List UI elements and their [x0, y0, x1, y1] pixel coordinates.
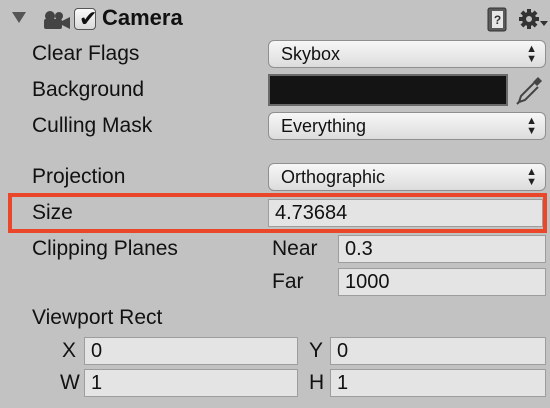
component-header: ✔ Camera ? — [0, 0, 550, 42]
dropdown-arrows-icon: ▲ ▼ — [526, 166, 537, 188]
culling-mask-label: Culling Mask — [32, 114, 153, 137]
clear-flags-dropdown[interactable]: Skybox ▲ ▼ — [268, 40, 546, 68]
viewport-x-label: X — [62, 339, 77, 362]
viewport-y-input[interactable]: 0 — [330, 337, 546, 365]
dropdown-arrows-icon: ▲ ▼ — [526, 115, 537, 137]
far-input[interactable]: 1000 — [338, 268, 546, 296]
background-label: Background — [32, 78, 145, 101]
svg-text:?: ? — [494, 13, 501, 27]
viewport-rect-label: Viewport Rect — [32, 306, 163, 329]
clear-flags-label: Clear Flags — [32, 42, 140, 65]
viewport-y-label: Y — [309, 339, 324, 362]
viewport-x-input[interactable]: 0 — [84, 337, 298, 365]
component-title: Camera — [102, 5, 183, 30]
culling-mask-value: Everything — [281, 116, 367, 136]
viewport-w-label: W — [60, 371, 80, 394]
viewport-w-input[interactable]: 1 — [84, 369, 298, 397]
highlight-box — [8, 193, 547, 233]
checkmark-icon: ✔ — [79, 6, 98, 31]
eyedropper-icon[interactable] — [514, 74, 544, 106]
viewport-h-label: H — [309, 371, 325, 394]
enabled-checkbox[interactable]: ✔ — [74, 6, 98, 31]
far-label: Far — [272, 270, 304, 293]
gear-icon[interactable] — [518, 7, 548, 33]
fold-arrow-icon[interactable] — [12, 12, 26, 23]
projection-label: Projection — [32, 165, 126, 188]
clipping-planes-label: Clipping Planes — [32, 237, 178, 260]
projection-value: Orthographic — [281, 167, 386, 187]
culling-mask-dropdown[interactable]: Everything ▲ ▼ — [268, 112, 546, 140]
near-input[interactable]: 0.3 — [338, 235, 546, 263]
background-color-field[interactable] — [268, 74, 508, 106]
projection-dropdown[interactable]: Orthographic ▲ ▼ — [268, 163, 546, 191]
help-book-icon[interactable]: ? — [486, 7, 510, 33]
dropdown-arrows-icon: ▲ ▼ — [526, 43, 537, 65]
camera-icon — [44, 11, 70, 29]
near-label: Near — [272, 237, 318, 260]
viewport-h-input[interactable]: 1 — [330, 369, 546, 397]
clear-flags-value: Skybox — [281, 44, 341, 64]
